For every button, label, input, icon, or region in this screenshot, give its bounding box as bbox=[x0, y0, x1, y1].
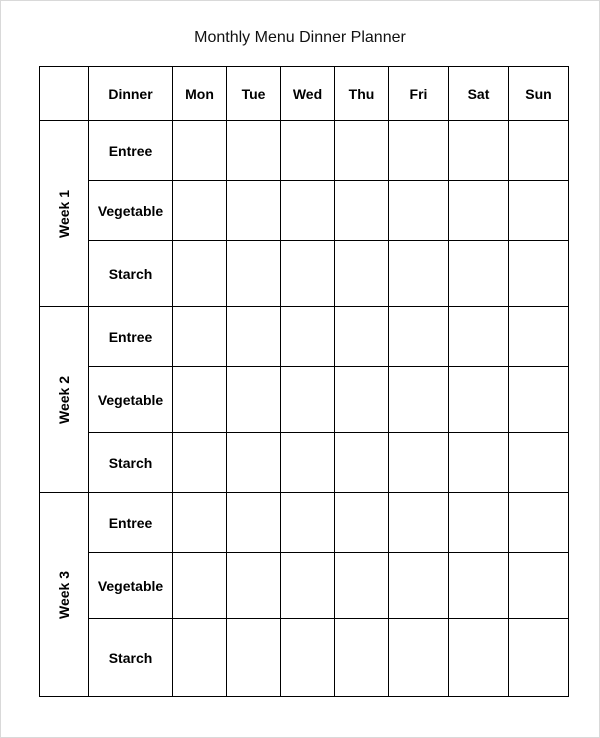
dinner-planner-table: Dinner Mon Tue Wed Thu Fri Sat Sun Week … bbox=[39, 66, 569, 697]
meal-entry-cell-fri[interactable] bbox=[388, 306, 449, 367]
meal-entry-cell-sat[interactable] bbox=[448, 366, 509, 433]
meal-entry-cell-mon[interactable] bbox=[172, 618, 227, 697]
corner-cell bbox=[39, 66, 89, 121]
meal-entry-cell-tue[interactable] bbox=[226, 552, 281, 619]
meal-entry-cell-sat[interactable] bbox=[448, 618, 509, 697]
meal-entry-cell-wed[interactable] bbox=[280, 240, 335, 307]
meal-entry-cell-mon[interactable] bbox=[172, 432, 227, 493]
meal-category-label: Starch bbox=[88, 432, 173, 493]
meal-entry-cell-sun[interactable] bbox=[508, 552, 569, 619]
meal-entry-cell-tue[interactable] bbox=[226, 306, 281, 367]
meal-entry-cell-tue[interactable] bbox=[226, 366, 281, 433]
meal-entry-cell-mon[interactable] bbox=[172, 552, 227, 619]
meal-entry-cell-wed[interactable] bbox=[280, 432, 335, 493]
meal-entry-cell-fri[interactable] bbox=[388, 618, 449, 697]
meal-entry-cell-thu[interactable] bbox=[334, 180, 389, 241]
meal-entry-cell-sat[interactable] bbox=[448, 432, 509, 493]
meal-entry-cell-sun[interactable] bbox=[508, 120, 569, 181]
meal-entry-cell-sun[interactable] bbox=[508, 180, 569, 241]
day-header-sat: Sat bbox=[448, 66, 509, 121]
meal-entry-cell-tue[interactable] bbox=[226, 432, 281, 493]
meal-entry-cell-thu[interactable] bbox=[334, 492, 389, 553]
header-row: Dinner Mon Tue Wed Thu Fri Sat Sun bbox=[39, 66, 569, 121]
meal-entry-cell-fri[interactable] bbox=[388, 492, 449, 553]
meal-entry-cell-mon[interactable] bbox=[172, 366, 227, 433]
planner-row: Vegetable bbox=[40, 366, 569, 433]
meal-entry-cell-sun[interactable] bbox=[508, 306, 569, 367]
meal-entry-cell-sun[interactable] bbox=[508, 366, 569, 433]
week-2-cell: Week 2 bbox=[39, 306, 89, 493]
planner-row: Starch bbox=[40, 432, 569, 493]
day-header-mon: Mon bbox=[172, 66, 227, 121]
meal-entry-cell-tue[interactable] bbox=[226, 240, 281, 307]
meal-entry-cell-wed[interactable] bbox=[280, 180, 335, 241]
week-label: Week 3 bbox=[56, 570, 72, 619]
day-header-thu: Thu bbox=[334, 66, 389, 121]
meal-category-label: Starch bbox=[88, 618, 173, 697]
dinner-header: Dinner bbox=[88, 66, 173, 121]
meal-entry-cell-thu[interactable] bbox=[334, 120, 389, 181]
week-1-cell: Week 1 bbox=[39, 120, 89, 307]
planner-row: Week 3 Entree bbox=[39, 492, 569, 697]
week-label: Week 2 bbox=[56, 375, 72, 424]
planner-row: Vegetable bbox=[40, 180, 569, 241]
meal-entry-cell-wed[interactable] bbox=[280, 618, 335, 697]
planner-row: Week 2 Entree bbox=[39, 306, 569, 493]
meal-entry-cell-mon[interactable] bbox=[172, 180, 227, 241]
meal-entry-cell-wed[interactable] bbox=[280, 366, 335, 433]
week-label: Week 1 bbox=[56, 189, 72, 238]
planner-row: Starch bbox=[40, 618, 569, 697]
planner-row: Starch bbox=[40, 240, 569, 307]
meal-entry-cell-fri[interactable] bbox=[388, 120, 449, 181]
meal-entry-cell-wed[interactable] bbox=[280, 492, 335, 553]
meal-entry-cell-tue[interactable] bbox=[226, 618, 281, 697]
meal-entry-cell-sat[interactable] bbox=[448, 306, 509, 367]
meal-entry-cell-mon[interactable] bbox=[172, 120, 227, 181]
meal-entry-cell-thu[interactable] bbox=[334, 618, 389, 697]
meal-category-label: Entree bbox=[88, 120, 173, 181]
meal-entry-cell-wed[interactable] bbox=[280, 552, 335, 619]
meal-entry-cell-thu[interactable] bbox=[334, 552, 389, 619]
meal-entry-cell-mon[interactable] bbox=[172, 492, 227, 553]
meal-entry-cell-sun[interactable] bbox=[508, 240, 569, 307]
meal-entry-cell-thu[interactable] bbox=[334, 432, 389, 493]
meal-entry-cell-sun[interactable] bbox=[508, 618, 569, 697]
meal-category-label: Vegetable bbox=[88, 552, 173, 619]
meal-category-label: Entree bbox=[88, 492, 173, 553]
meal-entry-cell-tue[interactable] bbox=[226, 120, 281, 181]
meal-entry-cell-sun[interactable] bbox=[508, 492, 569, 553]
meal-entry-cell-fri[interactable] bbox=[388, 180, 449, 241]
meal-entry-cell-tue[interactable] bbox=[226, 492, 281, 553]
meal-entry-cell-fri[interactable] bbox=[388, 366, 449, 433]
meal-entry-cell-sun[interactable] bbox=[508, 432, 569, 493]
planner-row: Vegetable bbox=[40, 552, 569, 619]
meal-entry-cell-wed[interactable] bbox=[280, 120, 335, 181]
day-header-tue: Tue bbox=[226, 66, 281, 121]
meal-entry-cell-fri[interactable] bbox=[388, 432, 449, 493]
meal-entry-cell-thu[interactable] bbox=[334, 306, 389, 367]
meal-entry-cell-sat[interactable] bbox=[448, 120, 509, 181]
page-title: Monthly Menu Dinner Planner bbox=[194, 29, 406, 46]
meal-entry-cell-sat[interactable] bbox=[448, 240, 509, 307]
meal-entry-cell-tue[interactable] bbox=[226, 180, 281, 241]
meal-entry-cell-fri[interactable] bbox=[388, 552, 449, 619]
meal-category-label: Vegetable bbox=[88, 180, 173, 241]
meal-entry-cell-sat[interactable] bbox=[448, 180, 509, 241]
meal-entry-cell-thu[interactable] bbox=[334, 366, 389, 433]
day-header-sun: Sun bbox=[508, 66, 569, 121]
meal-entry-cell-thu[interactable] bbox=[334, 240, 389, 307]
meal-entry-cell-mon[interactable] bbox=[172, 306, 227, 367]
planner-row: Week 1 Entree bbox=[39, 120, 569, 307]
meal-entry-cell-fri[interactable] bbox=[388, 240, 449, 307]
meal-category-label: Entree bbox=[88, 306, 173, 367]
day-header-wed: Wed bbox=[280, 66, 335, 121]
meal-entry-cell-wed[interactable] bbox=[280, 306, 335, 367]
meal-entry-cell-sat[interactable] bbox=[448, 552, 509, 619]
week-3-cell: Week 3 bbox=[39, 492, 89, 697]
meal-entry-cell-sat[interactable] bbox=[448, 492, 509, 553]
meal-category-label: Vegetable bbox=[88, 366, 173, 433]
meal-entry-cell-mon[interactable] bbox=[172, 240, 227, 307]
day-header-fri: Fri bbox=[388, 66, 449, 121]
meal-category-label: Starch bbox=[88, 240, 173, 307]
